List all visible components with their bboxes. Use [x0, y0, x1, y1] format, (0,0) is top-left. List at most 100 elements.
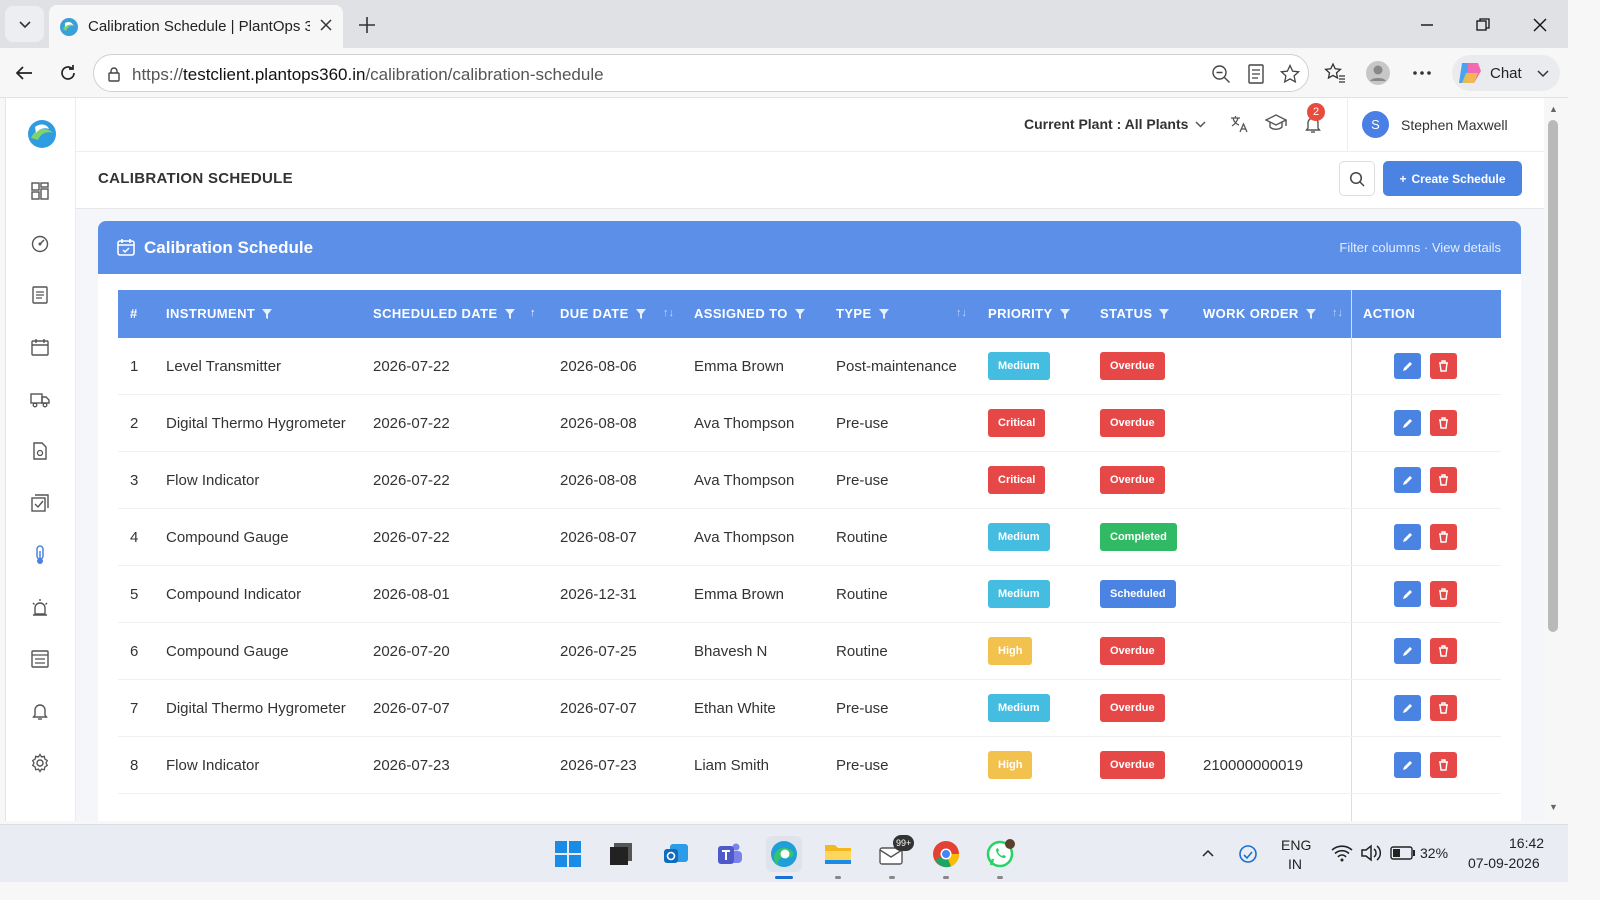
copilot-chat-button[interactable]: Chat — [1452, 55, 1560, 91]
battery-icon[interactable] — [1390, 846, 1416, 860]
edit-icon[interactable] — [1394, 467, 1421, 493]
filter-icon[interactable] — [261, 308, 273, 320]
cloud-sync-icon[interactable] — [1237, 844, 1259, 864]
scroll-up-arrow-icon[interactable]: ▲ — [1549, 104, 1558, 114]
filter-icon[interactable] — [1059, 308, 1071, 320]
delete-icon[interactable] — [1430, 752, 1457, 778]
delete-icon[interactable] — [1430, 467, 1457, 493]
document-list-icon[interactable] — [28, 283, 52, 307]
region-indicator[interactable]: IN — [1288, 856, 1302, 872]
card-hint[interactable]: Filter columns · View details — [1339, 240, 1501, 255]
new-tab-plus-icon[interactable] — [354, 12, 380, 38]
reader-mode-icon[interactable] — [1245, 63, 1267, 85]
tab-list-chevron-icon[interactable] — [5, 6, 44, 42]
refresh-icon[interactable] — [53, 58, 83, 88]
delete-icon[interactable] — [1430, 524, 1457, 550]
truck-icon[interactable] — [28, 387, 52, 411]
sort-icon[interactable]: ↑↓ — [956, 307, 967, 319]
profile-avatar-icon[interactable] — [1365, 60, 1391, 86]
whatsapp-icon[interactable] — [982, 836, 1018, 872]
sort-asc-icon[interactable]: ↑ — [530, 307, 536, 319]
form-list-icon[interactable] — [28, 647, 52, 671]
file-explorer-icon[interactable] — [820, 836, 856, 872]
sort-icon[interactable]: ↑↓ — [1332, 307, 1343, 319]
table-row[interactable]: 4 Compound Gauge 2026-07-22 2026-08-07 Ava T… — [118, 509, 1501, 566]
browser-tab-active[interactable]: Calibration Schedule | PlantOps 360 — [49, 5, 343, 48]
edit-icon[interactable] — [1394, 581, 1421, 607]
table-row[interactable]: 6 Compound Gauge 2026-07-20 2026-07-25 Bhave… — [118, 623, 1501, 680]
thermometer-icon[interactable] — [28, 543, 52, 567]
edit-icon[interactable] — [1394, 410, 1421, 436]
col-type[interactable]: TYPE — [836, 306, 890, 321]
calendar-icon[interactable] — [28, 335, 52, 359]
sort-icon[interactable]: ↑↓ — [663, 307, 674, 319]
close-tab-icon[interactable] — [315, 14, 337, 36]
table-row[interactable]: 2 Digital Thermo Hygrometer 2026-07-22 2026… — [118, 395, 1501, 452]
dashboard-grid-icon[interactable] — [28, 179, 52, 203]
gauge-icon[interactable] — [28, 232, 52, 256]
col-instrument[interactable]: INSTRUMENT — [166, 306, 273, 321]
scrollbar-thumb[interactable] — [1548, 120, 1558, 632]
alarm-siren-icon[interactable] — [28, 595, 52, 619]
filter-icon[interactable] — [1305, 308, 1317, 320]
wifi-icon[interactable] — [1331, 844, 1353, 862]
zoom-icon[interactable] — [1210, 63, 1232, 85]
restore-window-icon[interactable] — [1468, 12, 1498, 38]
graduation-cap-icon[interactable] — [1265, 113, 1287, 133]
clock-date[interactable]: 07-09-2026 — [1468, 855, 1540, 871]
col-work-order[interactable]: WORK ORDER — [1203, 306, 1317, 321]
delete-icon[interactable] — [1430, 581, 1457, 607]
delete-icon[interactable] — [1430, 695, 1457, 721]
chrome-icon[interactable] — [928, 836, 964, 872]
scroll-down-arrow-icon[interactable]: ▼ — [1549, 802, 1558, 812]
volume-icon[interactable] — [1360, 844, 1382, 862]
edit-icon[interactable] — [1394, 752, 1421, 778]
task-view-icon[interactable] — [603, 836, 639, 872]
more-options-icon[interactable] — [1409, 60, 1435, 86]
report-gear-icon[interactable] — [28, 439, 52, 463]
edit-icon[interactable] — [1394, 638, 1421, 664]
table-row[interactable]: 3 Flow Indicator 2026-07-22 2026-08-08 Ava T… — [118, 452, 1501, 509]
col-due-date[interactable]: DUE DATE — [560, 306, 647, 321]
table-row[interactable]: 1 Level Transmitter 2026-07-22 2026-08-06 Em… — [118, 338, 1501, 395]
close-window-icon[interactable] — [1525, 12, 1555, 38]
delete-icon[interactable] — [1430, 410, 1457, 436]
delete-icon[interactable] — [1430, 638, 1457, 664]
page-scrollbar[interactable]: ▲ ▼ — [1544, 98, 1568, 821]
favorite-star-icon[interactable] — [1279, 63, 1301, 85]
url-field[interactable]: https://testclient.plantops360.in/calibr… — [93, 54, 1309, 92]
col-status[interactable]: STATUS — [1100, 306, 1170, 321]
table-row[interactable]: 5 Compound Indicator 2026-08-01 2026-12-31 E… — [118, 566, 1501, 623]
bell-icon[interactable] — [28, 699, 52, 723]
edit-icon[interactable] — [1394, 695, 1421, 721]
checklist-icon[interactable] — [28, 491, 52, 515]
plantops-logo-icon[interactable] — [26, 118, 58, 150]
windows-start-icon[interactable] — [550, 836, 586, 872]
tray-chevron-up-icon[interactable] — [1200, 845, 1216, 861]
edge-browser-icon[interactable] — [766, 836, 802, 872]
clock-time[interactable]: 16:42 — [1509, 835, 1544, 851]
delete-icon[interactable] — [1430, 353, 1457, 379]
lock-icon[interactable] — [103, 63, 125, 85]
teams-icon[interactable] — [712, 836, 748, 872]
translate-icon[interactable] — [1229, 114, 1249, 134]
search-button[interactable] — [1339, 161, 1375, 196]
table-row[interactable]: 8 Flow Indicator 2026-07-23 2026-07-23 Liam … — [118, 737, 1501, 794]
filter-icon[interactable] — [794, 308, 806, 320]
language-indicator[interactable]: ENG — [1281, 837, 1311, 853]
table-row[interactable]: 7 Digital Thermo Hygrometer 2026-07-07 2026… — [118, 680, 1501, 737]
back-arrow-icon[interactable] — [9, 58, 39, 88]
edit-icon[interactable] — [1394, 353, 1421, 379]
edit-icon[interactable] — [1394, 524, 1421, 550]
create-schedule-button[interactable]: + Create Schedule — [1383, 161, 1522, 196]
settings-gear-icon[interactable] — [28, 751, 52, 775]
favorites-collection-icon[interactable] — [1322, 60, 1348, 86]
chevron-down-icon[interactable] — [1194, 118, 1207, 131]
col-assigned-to[interactable]: ASSIGNED TO — [694, 306, 806, 321]
filter-icon[interactable] — [878, 308, 890, 320]
minimize-window-icon[interactable] — [1412, 12, 1442, 38]
col-scheduled-date[interactable]: SCHEDULED DATE — [373, 306, 516, 321]
col-priority[interactable]: PRIORITY — [988, 306, 1071, 321]
filter-icon[interactable] — [1158, 308, 1170, 320]
user-menu[interactable]: S Stephen Maxwell — [1347, 98, 1544, 151]
